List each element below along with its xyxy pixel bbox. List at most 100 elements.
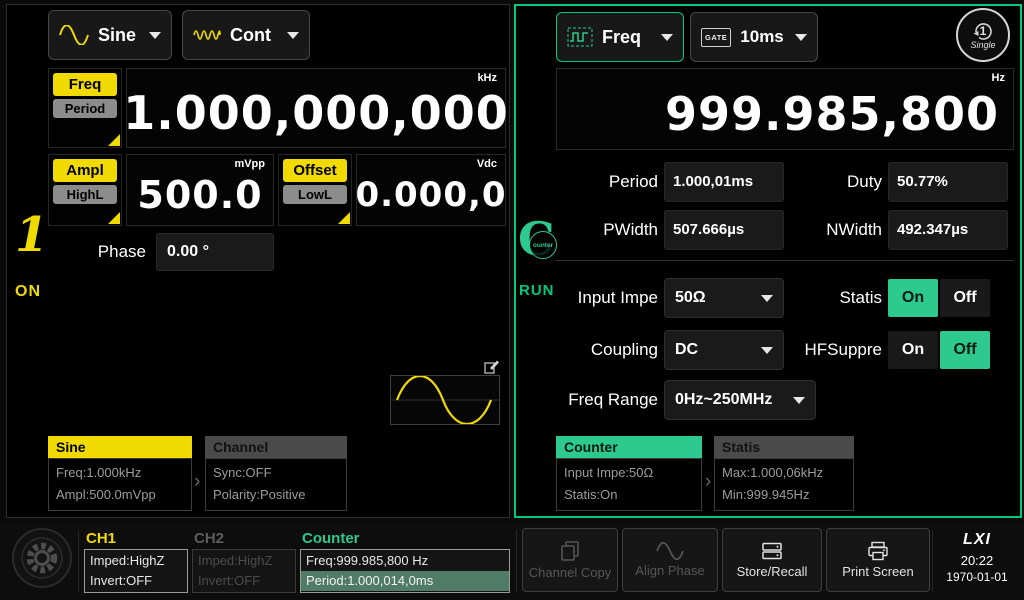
store-recall-button[interactable]: Store/Recall [722,528,822,592]
channel1-number[interactable]: 1 [15,207,48,263]
freq-param-selector[interactable]: Freq Period [48,68,122,148]
align-phase-label: Align Phase [635,563,704,578]
mode-select[interactable]: Cont [182,10,310,60]
chevron-right-icon: › [194,471,200,493]
input-impe-select[interactable]: 50Ω [664,278,784,318]
duty-meas-value[interactable]: 50.77% [888,162,1008,202]
nwidth-meas-label: NWidth [778,210,882,250]
counter-status-title: Counter [300,530,510,548]
counter-freq-display[interactable]: Hz 999.985,800 [556,68,1014,150]
chevron-right-icon: › [705,471,711,493]
tab-counter-line1: Input Impe:50Ω [564,462,694,484]
counter-status-body: Freq:999.985,800 Hz Period:1.000,014,0ms [300,549,510,593]
counter-run-state[interactable]: RUN [519,282,555,299]
ch2-status-line1: Imped:HighZ [193,551,295,571]
cont-wave-icon [193,26,221,44]
copy-icon [559,540,581,562]
waveform-select[interactable]: Sine [48,10,172,60]
tab-channel[interactable]: Channel Sync:OFF Polarity:Positive [205,436,347,511]
sine-wave-icon [59,25,89,45]
tab-counter-title[interactable]: Counter [556,436,702,458]
align-phase-button[interactable]: Align Phase [622,528,718,592]
waveform-preview[interactable] [390,361,500,425]
tab-channel-body: Sync:OFF Polarity:Positive [205,458,347,511]
duty-meas-label: Duty [778,162,882,202]
ch2-status-title: CH2 [192,530,296,548]
ch1-status-widget[interactable]: CH1 Imped:HighZ Invert:OFF [84,530,188,593]
single-run-button[interactable]: 1 Single [956,8,1010,62]
ch1-status-title: CH1 [84,530,188,548]
input-impe-value: 50Ω [675,289,706,307]
mode-select-label: Cont [230,25,271,46]
coupling-select[interactable]: DC [664,330,784,370]
tab-sine-title[interactable]: Sine [48,436,192,458]
tab-sine[interactable]: Sine Freq:1.000kHz Ampl:500.0mVpp [48,436,192,511]
period-chip[interactable]: Period [53,99,117,118]
nwidth-meas-value[interactable]: 492.347µs [888,210,1008,250]
coupling-value: DC [675,341,698,359]
freq-chip[interactable]: Freq [53,73,117,96]
print-screen-icon [867,541,889,561]
clock-date: 1970-01-01 [936,570,1018,584]
chevron-down-icon [149,32,161,39]
offset-display[interactable]: Vdc 0.000,0 [356,154,506,226]
chevron-down-icon [795,34,807,41]
ampl-param-selector[interactable]: Ampl HighL [48,154,122,226]
counter-badge: ounter [529,231,557,259]
divider [78,530,79,592]
ch2-status-line2: Invert:OFF [193,571,295,591]
print-screen-label: Print Screen [842,564,914,579]
highl-chip[interactable]: HighL [53,185,117,204]
freq-range-label: Freq Range [554,380,658,420]
system-menu-button[interactable] [12,528,72,588]
tab-statis[interactable]: Statis Max:1.000,06kHz Min:999.945Hz [714,436,854,511]
ampl-display[interactable]: mVpp 500.0 [126,154,274,226]
statis-off-button[interactable]: Off [940,279,990,317]
freq-range-select[interactable]: 0Hz~250MHz [664,380,816,420]
channel1-state[interactable]: ON [15,283,41,301]
channel-copy-label: Channel Copy [529,565,611,580]
lowl-chip[interactable]: LowL [283,185,347,204]
counter-status-line2: Period:1.000,014,0ms [301,571,509,591]
hfsuppre-toggle: On Off [888,331,990,369]
ch1-status-line2: Invert:OFF [85,571,187,591]
counter-status-widget[interactable]: Counter Freq:999.985,800 Hz Period:1.000… [300,530,510,593]
freq-value: 1.000,000,000 [127,69,505,147]
hfsuppre-on-button[interactable]: On [888,331,938,369]
tab-sine-line1: Freq:1.000kHz [56,462,184,484]
statis-on-button[interactable]: On [888,279,938,317]
waveform-select-label: Sine [98,25,136,46]
gate-time-select[interactable]: GATE 10ms [690,12,818,62]
tab-counter[interactable]: Counter Input Impe:50Ω Statis:On [556,436,702,511]
tab-channel-title[interactable]: Channel [205,436,347,458]
ampl-value: 500.0 [127,155,273,225]
tab-sine-line2: Ampl:500.0mVpp [56,484,184,506]
phase-field[interactable]: 0.00 ° [156,233,274,271]
offset-chip[interactable]: Offset [283,159,347,182]
tab-sine-body: Freq:1.000kHz Ampl:500.0mVpp [48,458,192,511]
edit-icon[interactable] [484,359,500,380]
counter-function-select[interactable]: Freq [556,12,684,62]
offset-value: 0.000,0 [357,155,505,225]
statis-toggle: On Off [888,279,990,317]
offset-param-selector[interactable]: Offset LowL [278,154,352,226]
ch1-status-body: Imped:HighZ Invert:OFF [84,549,188,593]
status-bar: CH1 Imped:HighZ Invert:OFF CH2 Imped:Hig… [0,522,1024,600]
ch2-status-widget[interactable]: CH2 Imped:HighZ Invert:OFF [192,530,296,593]
ampl-chip[interactable]: Ampl [53,159,117,182]
pwidth-meas-value[interactable]: 507.666µs [664,210,784,250]
gear-logo-icon [20,536,64,580]
tab-statis-body: Max:1.000,06kHz Min:999.945Hz [714,458,854,511]
store-recall-label: Store/Recall [737,564,808,579]
freq-display[interactable]: kHz 1.000,000,000 [126,68,506,148]
gate-time-label: 10ms [740,27,783,47]
channel-copy-button[interactable]: Channel Copy [522,528,618,592]
tab-statis-line2: Min:999.945Hz [722,484,846,506]
tab-channel-line2: Polarity:Positive [213,484,339,506]
tab-statis-title[interactable]: Statis [714,436,854,458]
print-screen-button[interactable]: Print Screen [826,528,930,592]
phase-label: Phase [48,233,146,271]
hfsuppre-off-button[interactable]: Off [940,331,990,369]
lxi-logo: LXI [936,531,1018,549]
period-meas-value[interactable]: 1.000,01ms [664,162,784,202]
